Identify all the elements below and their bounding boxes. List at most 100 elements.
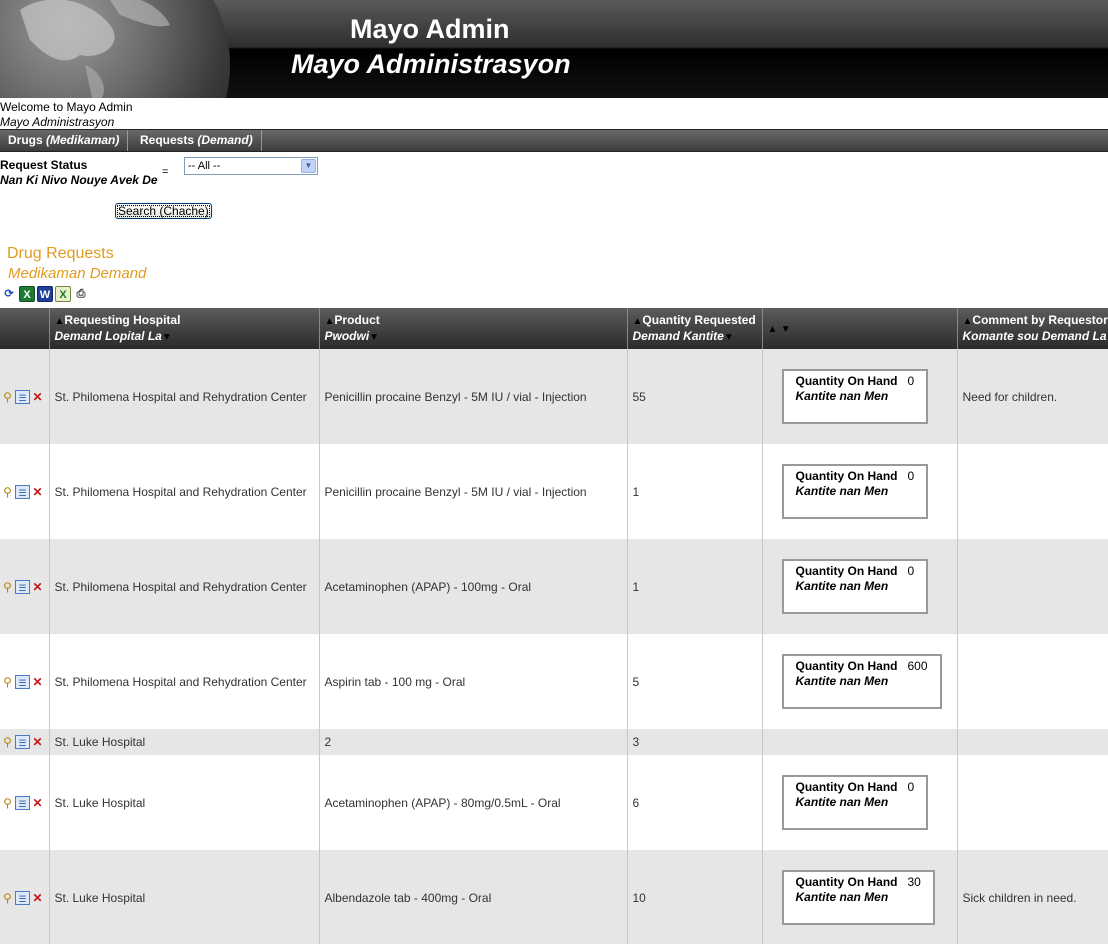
xml-icon[interactable]: X xyxy=(55,286,71,302)
sort-asc-icon[interactable]: ▲ xyxy=(963,316,973,327)
row-actions: ⚲ ☰ ✕ xyxy=(0,539,50,634)
delete-icon[interactable]: ✕ xyxy=(30,796,45,810)
view-icon[interactable]: ⚲ xyxy=(0,675,15,689)
col-hospital[interactable]: ▲Requesting Hospital Demand Lopital La▼ xyxy=(49,308,320,349)
cell-quantity: 1 xyxy=(627,539,763,634)
sort-asc-icon[interactable]: ▲ xyxy=(768,324,778,335)
cell-product: Penicillin procaine Benzyl - 5M IU / via… xyxy=(319,349,628,444)
excel-icon[interactable]: X xyxy=(19,286,35,302)
cell-product: Penicillin procaine Benzyl - 5M IU / via… xyxy=(319,444,628,539)
edit-icon[interactable]: ☰ xyxy=(15,389,30,404)
delete-icon[interactable]: ✕ xyxy=(30,390,45,404)
col-product[interactable]: ▲Product Pwodwi▼ xyxy=(319,308,628,349)
request-status-translation: Nan Ki Nivo Nouye Avek De xyxy=(0,173,158,187)
sort-desc-icon[interactable]: ▼ xyxy=(162,332,172,343)
view-icon[interactable]: ⚲ xyxy=(0,390,15,404)
col-quantity-translation: Demand Kantite xyxy=(632,328,724,343)
cell-onhand: Quantity On Hand 600 Kantite nan Men xyxy=(762,634,958,729)
search-button[interactable]: Search (Chache) xyxy=(115,203,212,219)
drug-requests-table: ▲Requesting Hospital Demand Lopital La▼ … xyxy=(0,308,1108,944)
cell-onhand: Quantity On Hand 30 Kantite nan Men xyxy=(762,850,958,944)
nav-drugs[interactable]: Drugs (Medikaman) xyxy=(0,130,129,151)
onhand-label: Quantity On Hand xyxy=(795,469,898,483)
nav-requests[interactable]: Requests (Demand) xyxy=(132,130,262,151)
view-icon[interactable]: ⚲ xyxy=(0,891,15,905)
sort-asc-icon[interactable]: ▲ xyxy=(325,316,335,327)
view-icon[interactable]: ⚲ xyxy=(0,735,15,749)
cell-onhand: Quantity On Hand 0 Kantite nan Men xyxy=(762,349,958,444)
cell-hospital: St. Philomena Hospital and Rehydration C… xyxy=(49,349,320,444)
cell-comment xyxy=(957,729,1108,755)
col-onhand[interactable]: ▲ ▼ xyxy=(762,308,958,349)
edit-icon[interactable]: ☰ xyxy=(15,735,30,750)
cell-comment: Sick children in need. xyxy=(957,850,1108,944)
view-icon[interactable]: ⚲ xyxy=(0,580,15,594)
cell-quantity: 5 xyxy=(627,634,763,729)
col-comment-translation: Komante sou Demand La xyxy=(962,329,1107,343)
sort-desc-icon[interactable]: ▼ xyxy=(369,332,379,343)
view-icon[interactable]: ⚲ xyxy=(0,796,15,810)
quantity-on-hand-box: Quantity On Hand 0 Kantite nan Men xyxy=(781,559,929,614)
row-actions: ⚲ ☰ ✕ xyxy=(0,729,50,755)
delete-icon[interactable]: ✕ xyxy=(30,891,45,905)
cell-comment xyxy=(957,634,1108,729)
col-product-label: Product xyxy=(334,312,380,327)
welcome-line: Welcome to Mayo Admin xyxy=(0,100,133,114)
row-actions: ⚲ ☰ ✕ xyxy=(0,850,50,944)
cell-product: Acetaminophen (APAP) - 80mg/0.5mL - Oral xyxy=(319,755,628,850)
table-row: ⚲ ☰ ✕ St. Philomena Hospital and Rehydratio… xyxy=(0,634,1108,729)
sort-asc-icon[interactable]: ▲ xyxy=(55,316,65,327)
chevron-down-icon[interactable]: ▼ xyxy=(301,159,316,173)
sort-desc-icon[interactable]: ▼ xyxy=(724,332,734,343)
edit-icon[interactable]: ☰ xyxy=(15,890,30,905)
delete-icon[interactable]: ✕ xyxy=(30,735,45,749)
cell-hospital: St. Luke Hospital xyxy=(49,729,320,755)
sort-desc-icon[interactable]: ▼ xyxy=(781,324,791,335)
table-row: ⚲ ☰ ✕ St. Philomena Hospital and Rehydratio… xyxy=(0,444,1108,539)
row-actions: ⚲ ☰ ✕ xyxy=(0,444,50,539)
quantity-on-hand-box: Quantity On Hand 0 Kantite nan Men xyxy=(781,369,929,424)
onhand-label: Quantity On Hand xyxy=(795,374,898,388)
edit-icon[interactable]: ☰ xyxy=(15,484,30,499)
delete-icon[interactable]: ✕ xyxy=(30,675,45,689)
onhand-label-translation: Kantite nan Men xyxy=(795,674,889,688)
col-comment[interactable]: ▲Comment by Requestor Komante sou Demand… xyxy=(957,308,1108,349)
onhand-label-translation: Kantite nan Men xyxy=(795,579,889,593)
request-status-label: Request Status Nan Ki Nivo Nouye Avek De xyxy=(0,158,158,188)
cell-onhand: Quantity On Hand 0 Kantite nan Men xyxy=(762,444,958,539)
cell-product: 2 xyxy=(319,729,628,755)
delete-icon[interactable]: ✕ xyxy=(30,580,45,594)
nav-drugs-label: Drugs xyxy=(8,133,43,147)
row-actions: ⚲ ☰ ✕ xyxy=(0,634,50,729)
refresh-icon[interactable]: ⟳ xyxy=(1,286,17,302)
edit-icon[interactable]: ☰ xyxy=(15,795,30,810)
sort-asc-icon[interactable]: ▲ xyxy=(633,316,643,327)
filter-operator: = xyxy=(162,166,169,178)
welcome-line-translation: Mayo Administrasyon xyxy=(0,115,115,129)
table-row: ⚲ ☰ ✕ St. Philomena Hospital and Rehydratio… xyxy=(0,349,1108,444)
main-nav: Drugs (Medikaman) Requests (Demand) xyxy=(0,129,1108,152)
edit-icon[interactable]: ☰ xyxy=(15,579,30,594)
request-status-selected: -- All -- xyxy=(188,160,221,172)
col-actions xyxy=(0,308,50,349)
edit-icon[interactable]: ☰ xyxy=(15,674,30,689)
delete-icon[interactable]: ✕ xyxy=(30,485,45,499)
cell-comment xyxy=(957,755,1108,850)
view-icon[interactable]: ⚲ xyxy=(0,485,15,499)
print-icon[interactable]: ⎙ xyxy=(73,286,89,302)
onhand-label: Quantity On Hand xyxy=(795,659,898,673)
onhand-value: 0 xyxy=(907,469,915,483)
word-icon[interactable]: W xyxy=(37,286,53,302)
request-status-select[interactable]: -- All -- ▼ xyxy=(184,157,318,175)
cell-hospital: St. Philomena Hospital and Rehydration C… xyxy=(49,634,320,729)
onhand-value: 30 xyxy=(907,875,921,889)
col-comment-label: Comment by Requestor xyxy=(972,313,1108,327)
table-row: ⚲ ☰ ✕ St. Luke Hospital Albendazole tab - 40… xyxy=(0,850,1108,944)
globe-logo xyxy=(0,0,230,98)
table-row: ⚲ ☰ ✕ St. Luke Hospital 2 3 xyxy=(0,729,1108,755)
export-toolbar: ⟳ X W X ⎙ xyxy=(1,286,89,303)
cell-quantity: 55 xyxy=(627,349,763,444)
table-row: ⚲ ☰ ✕ St. Luke Hospital Acetaminophen (APAP)… xyxy=(0,755,1108,850)
col-hospital-label: Requesting Hospital xyxy=(64,312,181,327)
col-quantity[interactable]: ▲Quantity Requested Demand Kantite▼ xyxy=(627,308,763,349)
